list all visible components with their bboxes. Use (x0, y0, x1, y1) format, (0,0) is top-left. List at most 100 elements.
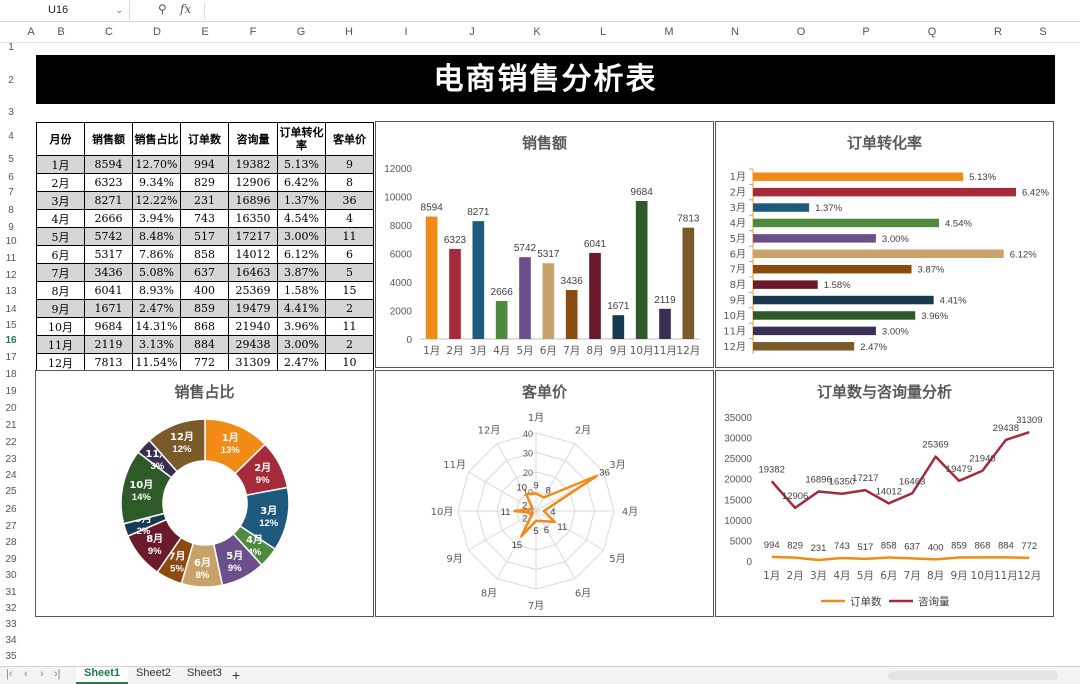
tab-sheet1[interactable]: Sheet1 (76, 667, 129, 684)
table-cell[interactable]: 2.47% (132, 299, 181, 318)
table-cell[interactable]: 14.31% (132, 317, 181, 336)
table-cell[interactable]: 5.08% (132, 263, 181, 282)
table-header-cell[interactable]: 月份 (36, 122, 85, 156)
last-sheet-icon[interactable]: ›| (54, 668, 61, 680)
row-header-16[interactable]: 16 (0, 335, 22, 346)
table-cell[interactable]: 7813 (84, 353, 133, 372)
row-header-19[interactable]: 19 (0, 386, 22, 397)
table-cell[interactable]: 6月 (36, 245, 85, 264)
table-cell[interactable]: 31309 (228, 353, 278, 372)
row-header-18[interactable]: 18 (0, 369, 22, 380)
table-cell[interactable]: 829 (180, 173, 229, 192)
table-cell[interactable]: 12月 (36, 353, 85, 372)
table-cell[interactable]: 400 (180, 281, 229, 300)
table-cell[interactable]: 8271 (84, 191, 133, 210)
column-header-b[interactable]: B (46, 26, 76, 43)
table-cell[interactable]: 11月 (36, 335, 85, 354)
table-header-cell[interactable]: 客单价 (325, 122, 374, 156)
row-header-10[interactable]: 10 (0, 236, 22, 247)
table-cell[interactable]: 2 (325, 299, 374, 318)
table-cell[interactable]: 10 (325, 353, 374, 372)
table-cell[interactable]: 3月 (36, 191, 85, 210)
table-cell[interactable]: 8月 (36, 281, 85, 300)
table-cell[interactable]: 9.34% (132, 173, 181, 192)
table-cell[interactable]: 15 (325, 281, 374, 300)
zoom-icon[interactable]: ⚲ (158, 2, 167, 16)
orders-inquiries-chart[interactable]: 订单数与咨询量分析 0 5000 10000 15000 20000 25000 30000… (715, 370, 1054, 617)
row-header-34[interactable]: 34 (0, 635, 22, 646)
table-cell[interactable]: 3.94% (132, 209, 181, 228)
table-cell[interactable]: 14012 (228, 245, 278, 264)
table-header-cell[interactable]: 订单数 (180, 122, 229, 156)
table-cell[interactable]: 6.12% (277, 245, 326, 264)
row-header-21[interactable]: 21 (0, 420, 22, 431)
table-cell[interactable]: 5.13% (277, 155, 326, 174)
row-header-30[interactable]: 30 (0, 570, 22, 581)
table-cell[interactable]: 2666 (84, 209, 133, 228)
column-header-m[interactable]: M (654, 26, 684, 43)
row-header-17[interactable]: 17 (0, 352, 22, 363)
table-cell[interactable]: 994 (180, 155, 229, 174)
table-cell[interactable]: 8 (325, 173, 374, 192)
column-header-g[interactable]: G (286, 26, 316, 43)
row-header-13[interactable]: 13 (0, 286, 22, 297)
table-cell[interactable]: 2月 (36, 173, 85, 192)
horizontal-scrollbar[interactable] (888, 671, 1058, 680)
table-header-cell[interactable]: 销售额 (84, 122, 133, 156)
table-cell[interactable]: 3.00% (277, 227, 326, 246)
table-cell[interactable]: 6041 (84, 281, 133, 300)
table-cell[interactable]: 5月 (36, 227, 85, 246)
table-cell[interactable]: 231 (180, 191, 229, 210)
row-header-20[interactable]: 20 (0, 403, 22, 414)
conversion-rate-chart[interactable]: 订单转化率 5.13% 1月 6.42% 2月 1.37% 3月 4.54% 4月 3.00% 5… (715, 121, 1054, 368)
table-cell[interactable]: 3.13% (132, 335, 181, 354)
table-cell[interactable]: 2119 (84, 335, 133, 354)
row-header-4[interactable]: 4 (0, 131, 22, 142)
row-header-23[interactable]: 23 (0, 454, 22, 465)
tab-sheet2[interactable]: Sheet2 (128, 667, 179, 684)
chevron-down-icon[interactable]: ⌄ (115, 1, 123, 20)
table-cell[interactable]: 10月 (36, 317, 85, 336)
table-cell[interactable]: 4.54% (277, 209, 326, 228)
table-cell[interactable]: 517 (180, 227, 229, 246)
table-cell[interactable]: 12.22% (132, 191, 181, 210)
row-header-14[interactable]: 14 (0, 304, 22, 315)
row-header-7[interactable]: 7 (0, 187, 22, 198)
row-header-11[interactable]: 11 (0, 253, 22, 264)
avg-order-value-chart[interactable]: 客单价 1月 2月 3月 4月 5月 6月 7月 8月 9月 10月 11月 12月 0 10 20 30 40… (375, 370, 714, 617)
table-cell[interactable]: 859 (180, 299, 229, 318)
column-header-o[interactable]: O (786, 26, 816, 43)
column-header-i[interactable]: I (391, 26, 421, 43)
table-cell[interactable]: 8594 (84, 155, 133, 174)
row-header-33[interactable]: 33 (0, 619, 22, 630)
column-header-s[interactable]: S (1028, 26, 1058, 43)
table-cell[interactable]: 772 (180, 353, 229, 372)
table-cell[interactable]: 17217 (228, 227, 278, 246)
row-header-29[interactable]: 29 (0, 554, 22, 565)
column-header-d[interactable]: D (142, 26, 172, 43)
table-cell[interactable]: 5742 (84, 227, 133, 246)
row-header-9[interactable]: 9 (0, 222, 22, 233)
table-cell[interactable]: 9月 (36, 299, 85, 318)
row-header-26[interactable]: 26 (0, 504, 22, 515)
column-header-l[interactable]: L (588, 26, 618, 43)
row-header-6[interactable]: 6 (0, 172, 22, 183)
column-header-h[interactable]: H (334, 26, 364, 43)
table-cell[interactable]: 12906 (228, 173, 278, 192)
table-cell[interactable]: 1671 (84, 299, 133, 318)
prev-sheet-icon[interactable]: ‹ (24, 668, 28, 680)
fx-icon[interactable]: fx (180, 2, 191, 16)
column-header-n[interactable]: N (720, 26, 750, 43)
table-cell[interactable]: 8.93% (132, 281, 181, 300)
table-cell[interactable]: 4.41% (277, 299, 326, 318)
table-cell[interactable]: 25369 (228, 281, 278, 300)
row-header-24[interactable]: 24 (0, 470, 22, 481)
table-cell[interactable]: 16463 (228, 263, 278, 282)
table-cell[interactable]: 5 (325, 263, 374, 282)
tab-sheet3[interactable]: Sheet3 (179, 667, 230, 684)
table-cell[interactable]: 11 (325, 227, 374, 246)
table-cell[interactable]: 29438 (228, 335, 278, 354)
column-header-q[interactable]: Q (917, 26, 947, 43)
table-cell[interactable]: 21940 (228, 317, 278, 336)
table-header-cell[interactable]: 咨询量 (228, 122, 278, 156)
